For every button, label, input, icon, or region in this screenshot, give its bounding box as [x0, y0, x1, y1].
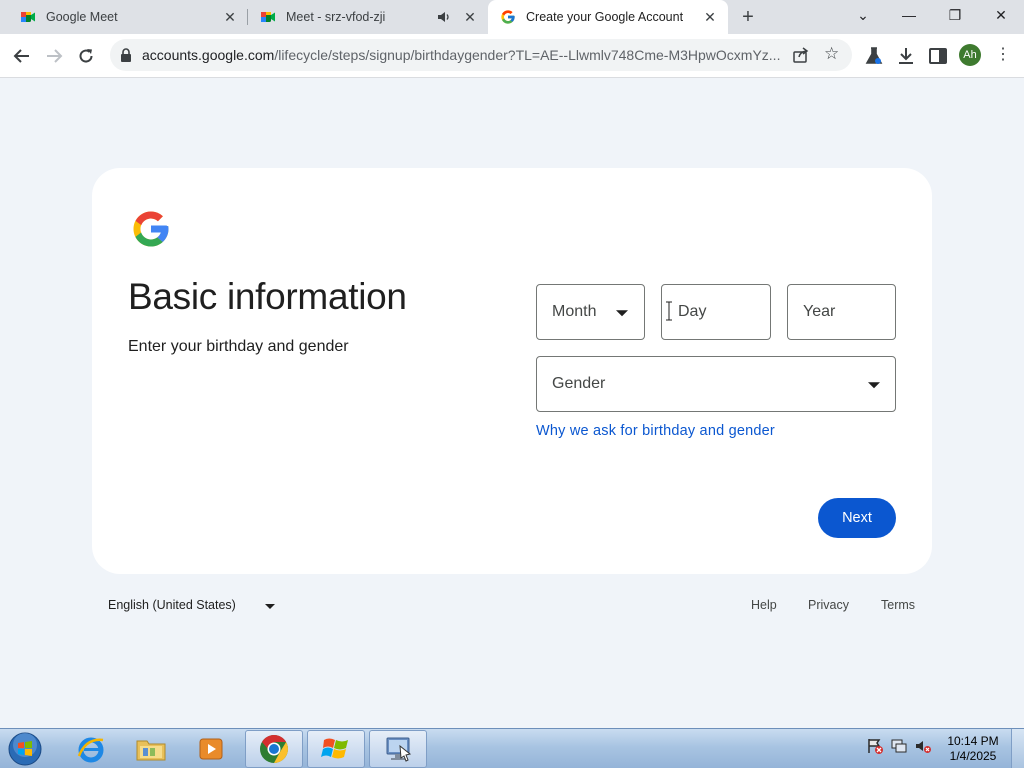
windows-taskbar: 10:14 PM 1/4/2025 [0, 728, 1024, 768]
forward-arrow-icon [47, 49, 63, 63]
language-caret-icon[interactable] [265, 604, 275, 609]
url-text[interactable]: accounts.google.com/lifecycle/steps/sign… [142, 47, 782, 63]
browser-toolbar: accounts.google.com/lifecycle/steps/sign… [0, 34, 1024, 78]
labs-flask-icon[interactable] [864, 46, 884, 66]
new-tab-button[interactable]: + [736, 5, 760, 29]
page-footer: English (United States) Help Privacy Ter… [92, 594, 932, 618]
profile-avatar[interactable]: Ah [959, 44, 981, 66]
close-tab-icon[interactable]: ✕ [222, 9, 238, 25]
next-button[interactable]: Next [818, 498, 896, 538]
terms-link[interactable]: Terms [881, 598, 915, 612]
google-meet-icon [261, 12, 275, 22]
google-g-icon [501, 10, 515, 24]
privacy-link[interactable]: Privacy [808, 598, 849, 612]
download-icon[interactable] [896, 46, 916, 66]
tab-strip: Google Meet ✕ Meet - srz-vfod-zji ✕ Crea… [0, 0, 1024, 34]
show-desktop-button[interactable] [1011, 729, 1024, 768]
tab-meet-call[interactable]: Meet - srz-vfod-zji ✕ [248, 0, 488, 34]
why-we-ask-link[interactable]: Why we ask for birthday and gender [536, 423, 775, 439]
close-tab-icon[interactable]: ✕ [702, 9, 718, 25]
gender-placeholder: Gender [552, 375, 606, 392]
tab-search-chevron-icon[interactable]: ⌄ [840, 0, 886, 34]
internet-explorer-icon [77, 737, 104, 763]
text-cursor-icon [666, 301, 672, 321]
tab-google-meet[interactable]: Google Meet ✕ [8, 0, 248, 34]
day-placeholder: Day [678, 303, 707, 320]
help-link[interactable]: Help [751, 598, 777, 612]
dropdown-caret-icon [868, 382, 880, 389]
taskbar-file-explorer[interactable] [122, 730, 180, 768]
side-panel-icon[interactable] [928, 46, 948, 66]
restore-button[interactable]: ❐ [932, 0, 978, 34]
chrome-icon [260, 735, 288, 763]
tab-title: Meet - srz-vfod-zji [286, 10, 386, 24]
taskbar-chrome[interactable] [245, 730, 303, 768]
month-placeholder: Month [552, 303, 597, 320]
language-selector[interactable]: English (United States) [108, 598, 236, 612]
google-logo-icon [133, 211, 169, 247]
close-window-button[interactable]: ✕ [978, 0, 1024, 34]
google-meet-icon [21, 12, 35, 22]
network-icon[interactable] [890, 737, 908, 755]
taskbar-internet-explorer[interactable] [62, 730, 120, 768]
speaker-icon[interactable] [436, 9, 452, 25]
signup-card: Basic information Enter your birthday an… [92, 168, 932, 574]
action-center-flag-icon[interactable] [866, 737, 884, 755]
minimize-button[interactable]: — [886, 0, 932, 34]
tab-title: Google Meet [46, 10, 118, 24]
system-clock[interactable]: 10:14 PM 1/4/2025 [942, 734, 1004, 764]
year-placeholder: Year [803, 303, 836, 320]
more-menu-icon[interactable]: ⋮ [995, 43, 1011, 67]
windows-start-orb-icon [8, 732, 42, 766]
remote-desktop-icon [386, 737, 412, 762]
clock-time: 10:14 PM [947, 734, 999, 748]
media-player-icon [199, 738, 223, 760]
taskbar-remote-desktop[interactable] [369, 730, 427, 768]
taskbar-media-player[interactable] [182, 730, 240, 768]
year-input[interactable]: Year [787, 284, 896, 340]
folder-icon [136, 740, 166, 761]
back-arrow-icon [13, 49, 29, 63]
gender-select[interactable]: Gender [536, 356, 896, 412]
url-path: /lifecycle/steps/signup/birthdaygender?T… [274, 47, 781, 63]
url-host: accounts.google.com [142, 47, 275, 63]
page-subtitle: Enter your birthday and gender [128, 338, 349, 355]
month-select[interactable]: Month [536, 284, 645, 340]
back-button[interactable] [6, 40, 38, 72]
share-icon[interactable] [792, 46, 810, 64]
tab-title: Create your Google Account [526, 10, 684, 24]
dropdown-caret-icon [616, 310, 628, 317]
day-input[interactable]: Day [661, 284, 771, 340]
clock-date: 1/4/2025 [949, 749, 997, 763]
forward-button[interactable] [38, 40, 70, 72]
lock-icon[interactable] [120, 48, 132, 62]
start-button[interactable] [4, 730, 46, 768]
reload-button[interactable] [70, 40, 102, 72]
reload-icon [79, 49, 93, 63]
tab-create-account[interactable]: Create your Google Account ✕ [488, 0, 728, 34]
close-tab-icon[interactable]: ✕ [462, 9, 478, 25]
volume-muted-icon[interactable] [914, 737, 932, 755]
bookmark-star-icon[interactable]: ☆ [824, 45, 839, 63]
page-title: Basic information [128, 276, 407, 317]
taskbar-windows-app[interactable] [307, 730, 365, 768]
windows-flag-icon [321, 738, 348, 759]
address-bar[interactable]: accounts.google.com/lifecycle/steps/sign… [110, 39, 852, 71]
